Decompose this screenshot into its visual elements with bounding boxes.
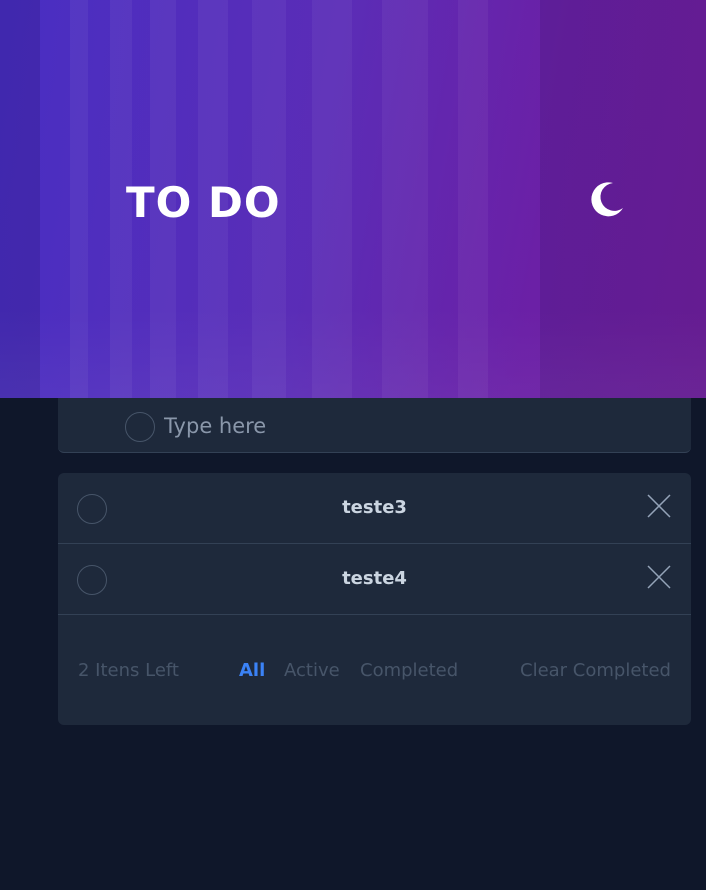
- todo-item: teste3: [58, 473, 691, 544]
- new-todo-check-circle: [125, 412, 155, 442]
- items-left-counter: 2 Itens Left: [78, 660, 179, 681]
- todo-text: teste4: [342, 568, 407, 589]
- header-background: TO DO: [0, 0, 706, 398]
- filter-completed-button[interactable]: Completed: [360, 660, 458, 681]
- todo-item: teste4: [58, 544, 691, 615]
- moon-icon: [591, 182, 623, 217]
- todo-text: teste3: [342, 497, 407, 518]
- close-icon[interactable]: [646, 564, 672, 590]
- clear-completed-button[interactable]: Clear Completed: [520, 660, 671, 681]
- close-icon[interactable]: [646, 493, 672, 519]
- todo-footer: 2 Itens Left All Active Completed Clear …: [58, 615, 691, 725]
- filter-all-button[interactable]: All: [239, 660, 265, 681]
- theme-toggle-button[interactable]: [586, 178, 630, 222]
- filter-active-button[interactable]: Active: [284, 660, 340, 681]
- page-title: TO DO: [126, 178, 281, 227]
- todo-list-card: teste3 teste4 2 Itens Left All Active Co…: [58, 473, 691, 725]
- new-todo-card: [58, 398, 691, 453]
- new-todo-input[interactable]: [164, 408, 644, 444]
